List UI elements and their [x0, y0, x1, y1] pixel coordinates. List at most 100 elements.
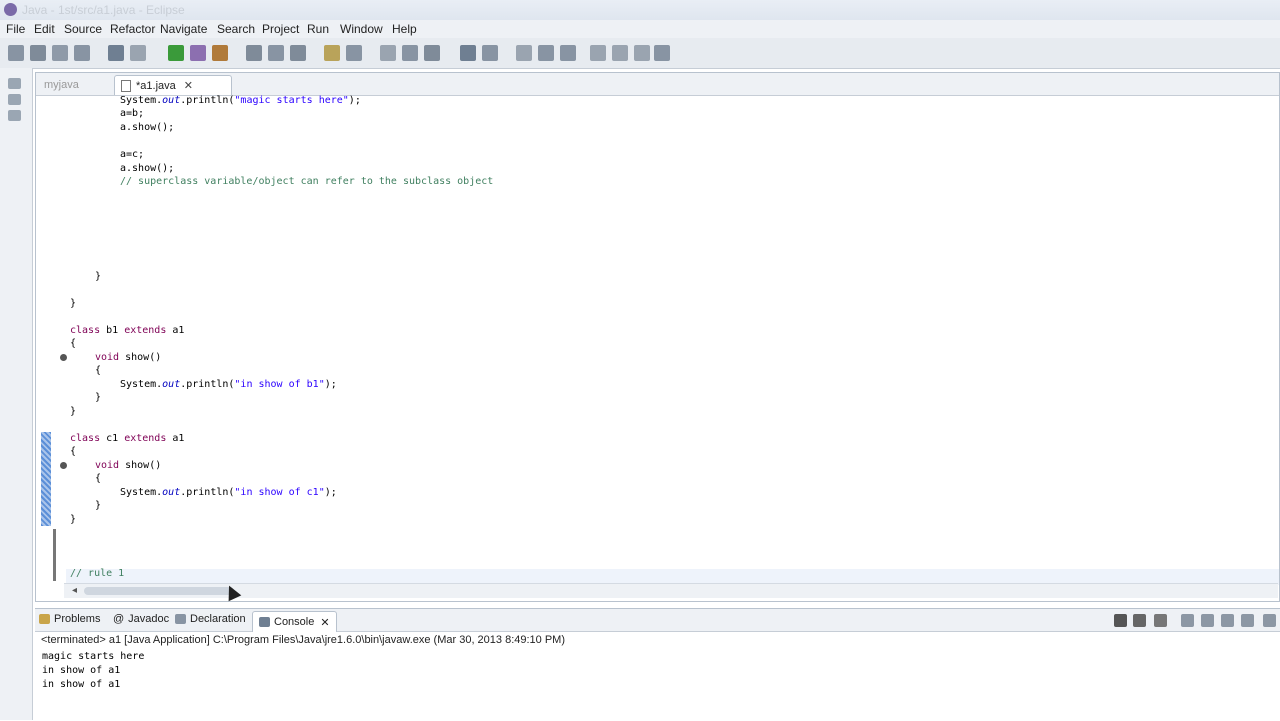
- back-arrow-icon[interactable]: [590, 45, 606, 61]
- last-edit-icon[interactable]: [516, 45, 532, 61]
- code-line: }: [95, 500, 102, 511]
- tab-console[interactable]: Console ✕: [252, 611, 337, 632]
- scroll-left-icon[interactable]: ◂: [72, 585, 77, 596]
- menu-run[interactable]: Run: [307, 22, 329, 36]
- menu-refactor[interactable]: Refactor: [110, 22, 155, 36]
- tab-javadoc[interactable]: @ Javadoc: [113, 613, 169, 625]
- code-line: }: [70, 406, 77, 417]
- code-line: class c1 extends a1: [70, 433, 185, 444]
- new-package-icon[interactable]: [268, 45, 284, 61]
- code-line: System.out.println("magic starts here");: [120, 95, 361, 106]
- close-icon[interactable]: ✕: [184, 79, 193, 92]
- code-line: {: [70, 338, 77, 349]
- open-console-icon[interactable]: [1263, 614, 1276, 627]
- remove-all-launches-icon[interactable]: [1154, 614, 1167, 627]
- scrollbar-thumb[interactable]: [84, 587, 234, 595]
- bottom-panel-tabs: Problems @ Javadoc Declaration Console ✕: [35, 609, 1280, 632]
- forward-arrow-icon[interactable]: [612, 45, 628, 61]
- code-editor: myjava *a1.java ✕ System.out.println("ma…: [35, 72, 1280, 602]
- new-icon[interactable]: [8, 45, 24, 61]
- menu-help[interactable]: Help: [392, 22, 417, 36]
- problems-icon: [39, 614, 50, 624]
- main-toolbar: [0, 38, 1280, 100]
- selection-range-bar: [41, 432, 51, 526]
- code-line: {: [95, 473, 102, 484]
- menu-source[interactable]: Source: [64, 22, 102, 36]
- menu-window[interactable]: Window: [340, 22, 383, 36]
- open-type-icon[interactable]: [324, 45, 340, 61]
- scroll-lock-icon[interactable]: [1181, 614, 1194, 627]
- code-line: {: [95, 365, 102, 376]
- close-icon[interactable]: ✕: [320, 616, 329, 629]
- pin-console-icon[interactable]: [1221, 614, 1234, 627]
- pin-editor-icon[interactable]: [634, 45, 650, 61]
- restore-icon[interactable]: [8, 78, 21, 89]
- back-icon[interactable]: [538, 45, 554, 61]
- menu-file[interactable]: File: [6, 22, 25, 36]
- terminate-icon[interactable]: [1114, 614, 1127, 627]
- external-tools-icon[interactable]: [212, 45, 228, 61]
- code-line: {: [70, 446, 77, 457]
- tab-problems[interactable]: Problems: [39, 613, 100, 625]
- menu-project[interactable]: Project: [262, 22, 299, 36]
- toggle-mark-icon[interactable]: [380, 45, 396, 61]
- run-icon[interactable]: [168, 45, 184, 61]
- tab-label: *a1.java: [136, 79, 176, 92]
- override-marker-icon[interactable]: [60, 462, 67, 469]
- debug-icon[interactable]: [108, 45, 124, 61]
- tab-label: myjava: [44, 79, 79, 91]
- code-line: }: [95, 271, 102, 282]
- perspective-icon[interactable]: [654, 45, 670, 61]
- menu-edit[interactable]: Edit: [34, 22, 55, 36]
- title-bar: Java - 1st/src/a1.java - Eclipse: [0, 0, 1280, 21]
- word-wrap-icon[interactable]: [1201, 614, 1214, 627]
- print-icon[interactable]: [74, 45, 90, 61]
- menu-bar: File Edit Source Refactor Navigate Searc…: [0, 20, 1280, 38]
- code-line: System.out.println("in show of c1");: [120, 487, 337, 498]
- package-explorer-icon[interactable]: [8, 94, 21, 105]
- skip-breakpoints-icon[interactable]: [130, 45, 146, 61]
- tab-declaration[interactable]: Declaration: [175, 613, 246, 625]
- run-last-icon[interactable]: [190, 45, 206, 61]
- forward-icon[interactable]: [560, 45, 576, 61]
- eclipse-app-icon: [4, 3, 17, 16]
- console-output-line: in show of a1: [42, 679, 121, 690]
- code-line: }: [95, 392, 102, 403]
- code-line: void show(): [95, 352, 162, 363]
- scope-indicator: [53, 529, 56, 581]
- hierarchy-icon[interactable]: [8, 110, 21, 121]
- next-annotation-icon[interactable]: [460, 45, 476, 61]
- tab-label: Declaration: [190, 613, 246, 625]
- override-marker-icon[interactable]: [60, 354, 67, 361]
- tab-label: Console: [274, 616, 315, 628]
- new-class-icon[interactable]: [290, 45, 306, 61]
- code-line: a.show();: [120, 163, 175, 174]
- tab-a1-java[interactable]: *a1.java ✕: [114, 75, 232, 95]
- new-java-project-icon[interactable]: [246, 45, 262, 61]
- code-comment: // rule 1: [70, 568, 125, 579]
- tab-myjava[interactable]: myjava: [38, 75, 114, 95]
- display-console-icon[interactable]: [1241, 614, 1254, 627]
- remove-launch-icon[interactable]: [1133, 614, 1146, 627]
- code-line: System.out.println("in show of b1");: [120, 379, 337, 390]
- horizontal-scrollbar[interactable]: ◂: [64, 583, 1278, 598]
- tab-label: Javadoc: [128, 613, 170, 625]
- menu-search[interactable]: Search: [217, 22, 255, 36]
- save-all-icon[interactable]: [52, 45, 68, 61]
- search-icon[interactable]: [346, 45, 362, 61]
- block-select-icon[interactable]: [402, 45, 418, 61]
- code-comment: // superclass variable/object can refer …: [120, 176, 494, 187]
- console-status: <terminated> a1 [Java Application] C:\Pr…: [41, 634, 565, 646]
- code-line: a=b;: [120, 108, 145, 119]
- previous-annotation-icon[interactable]: [482, 45, 498, 61]
- console-icon: [259, 617, 270, 627]
- menu-navigate[interactable]: Navigate: [160, 22, 207, 36]
- console-output-line: in show of a1: [42, 665, 121, 676]
- java-file-icon: [121, 79, 131, 92]
- save-icon[interactable]: [30, 45, 46, 61]
- declaration-icon: [175, 614, 186, 624]
- code-area[interactable]: System.out.println("magic starts here");…: [36, 95, 1279, 585]
- code-line: }: [70, 514, 77, 525]
- code-line: class b1 extends a1: [70, 325, 185, 336]
- show-whitespace-icon[interactable]: [424, 45, 440, 61]
